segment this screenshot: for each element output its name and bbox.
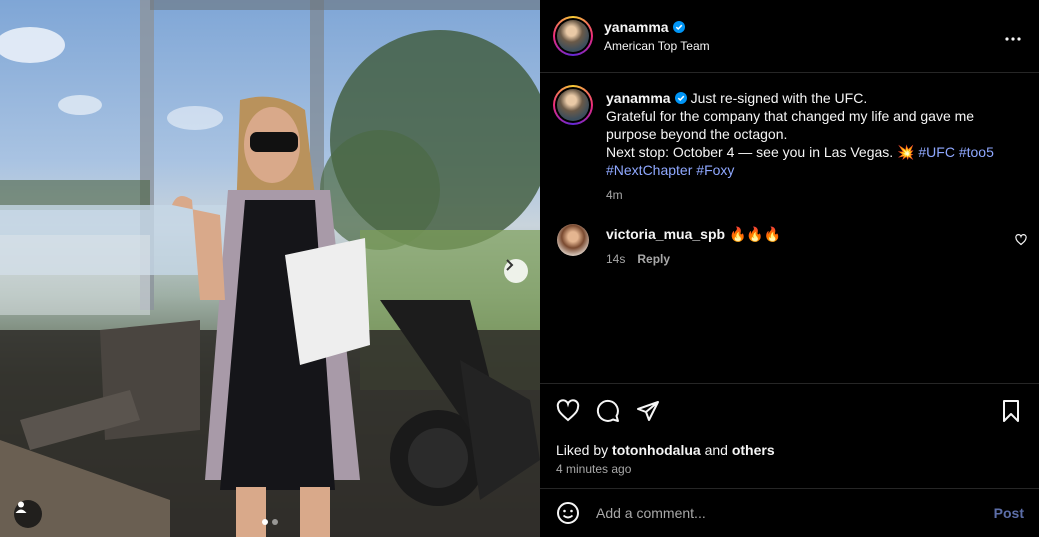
post-photo[interactable] <box>0 0 540 537</box>
likes-others-link[interactable]: others <box>732 442 775 458</box>
commenter-avatar[interactable] <box>557 224 589 256</box>
heart-icon <box>1015 234 1027 246</box>
hashtag-link[interactable]: #NextChapter <box>606 162 692 178</box>
heart-icon <box>556 399 580 422</box>
comment-text: 🔥🔥🔥 <box>728 226 782 242</box>
comment-icon <box>596 399 619 422</box>
author-username[interactable]: yanamma <box>604 19 669 35</box>
emoji-button[interactable] <box>556 501 580 525</box>
liker-username[interactable]: totonhodalua <box>612 442 701 458</box>
carousel-indicator <box>262 519 278 525</box>
save-button[interactable] <box>999 399 1023 428</box>
likes-prefix: Liked by <box>556 442 609 458</box>
comment-input[interactable] <box>596 505 976 521</box>
verified-badge-icon <box>672 21 685 33</box>
verified-badge-icon <box>674 92 687 104</box>
hashtag-link[interactable]: #UFC <box>918 144 955 160</box>
post-caption: yanamma Just re-signed with the UFC. Grat… <box>553 85 1023 204</box>
tagged-users-button[interactable] <box>14 500 42 528</box>
author-avatar[interactable] <box>553 16 593 56</box>
reply-button[interactable]: Reply <box>637 252 670 266</box>
post-header: yanamma American Top Team <box>540 0 1039 73</box>
share-button[interactable] <box>636 399 660 423</box>
comment-like-button[interactable] <box>1015 233 1027 251</box>
carousel-dot-active <box>262 519 268 525</box>
send-icon <box>637 401 659 421</box>
post-actions: Liked by totonhodalua and others 4 minut… <box>540 383 1039 488</box>
carousel-dot <box>272 519 278 525</box>
emoji-icon <box>557 502 579 524</box>
post-details-panel: yanamma American Top Team yanamma Just re… <box>540 0 1039 537</box>
likes-conj: and <box>704 442 728 458</box>
more-options-icon <box>1005 37 1021 41</box>
hashtag-link[interactable]: #too5 <box>959 144 994 160</box>
post-timestamp[interactable]: 4 minutes ago <box>556 462 631 476</box>
post-comment-button[interactable]: Post <box>994 505 1024 521</box>
caption-author-avatar[interactable] <box>553 85 593 125</box>
post-time[interactable]: 4m <box>606 186 1016 204</box>
photo-scene <box>0 0 540 537</box>
caption-text: Just re-signed with the UFC. <box>690 90 868 106</box>
bookmark-icon <box>1003 400 1019 422</box>
hashtag-link[interactable]: #Foxy <box>696 162 734 178</box>
comment-item: victoria_mua_spb 🔥🔥🔥 14s Reply <box>557 224 1027 266</box>
more-options-button[interactable] <box>1005 28 1021 46</box>
like-button[interactable] <box>556 399 580 423</box>
likes-summary: Liked by totonhodalua and others <box>556 442 775 458</box>
caption-line-3: Next stop: October 4 — see you in Las Ve… <box>606 144 915 160</box>
caption-line-2: Grateful for the company that changed my… <box>606 108 975 142</box>
next-image-button[interactable] <box>504 259 528 283</box>
post-location[interactable]: American Top Team <box>604 39 710 53</box>
user-icon <box>15 501 27 513</box>
comment-time[interactable]: 14s <box>606 252 625 266</box>
chevron-right-icon <box>506 259 514 271</box>
comment-button[interactable] <box>596 399 620 423</box>
caption-username[interactable]: yanamma <box>606 90 671 106</box>
commenter-username[interactable]: victoria_mua_spb <box>606 226 725 242</box>
comment-composer: Post <box>540 488 1039 537</box>
